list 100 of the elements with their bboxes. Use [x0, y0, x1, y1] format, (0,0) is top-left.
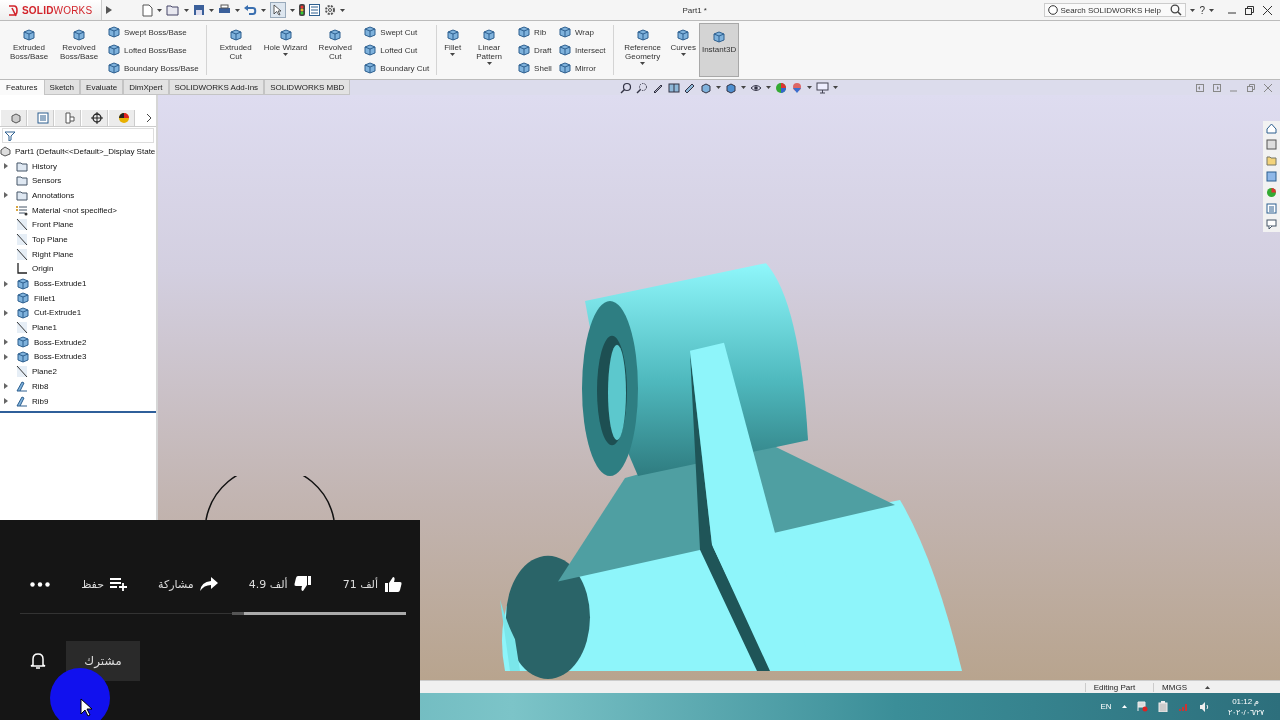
caret-icon[interactable]	[261, 8, 266, 12]
language-indicator[interactable]: EN	[1100, 702, 1112, 711]
tab[interactable]: SOLIDWORKS Add-Ins	[168, 80, 265, 95]
command-button[interactable]: Intersect	[557, 43, 606, 57]
caret-icon[interactable]	[283, 53, 288, 56]
command-button[interactable]: Revolved Cut	[310, 21, 361, 79]
command-button[interactable]: Fillet	[441, 21, 465, 79]
caret-up-icon[interactable]	[1205, 685, 1210, 689]
clock-time[interactable]: 01:12 م	[1232, 695, 1260, 707]
expand-arrow-icon[interactable]	[4, 280, 8, 287]
battery-icon[interactable]	[1157, 701, 1168, 712]
properties-icon[interactable]	[1266, 203, 1277, 214]
more-icon[interactable]	[30, 581, 50, 587]
caret-icon[interactable]	[290, 8, 295, 12]
units-selector[interactable]: MMGS	[1153, 682, 1195, 692]
tree-item[interactable]: Boss-Extrude1	[34, 279, 87, 289]
tree-item[interactable]: Right Plane	[32, 249, 74, 259]
caret-icon[interactable]	[486, 62, 492, 65]
tree-item[interactable]: Origin	[32, 264, 54, 274]
filter-field[interactable]	[2, 128, 154, 143]
caret-icon[interactable]	[640, 62, 646, 65]
caret-up-icon[interactable]	[1121, 705, 1127, 708]
chat-icon[interactable]	[1266, 219, 1277, 230]
save-icon[interactable]	[193, 4, 205, 16]
command-button[interactable]: Extruded Boss/Base	[4, 21, 54, 79]
tab[interactable]: SOLIDWORKS MBD	[264, 80, 351, 95]
command-button[interactable]: Extruded Cut	[210, 21, 261, 79]
settings-icon[interactable]	[324, 4, 336, 16]
caret-icon[interactable]	[807, 86, 813, 89]
dimxpert-manager-tab[interactable]	[82, 109, 108, 126]
command-button[interactable]: Boundary Cut	[363, 61, 430, 75]
new-document-icon[interactable]	[142, 3, 153, 17]
search-icon[interactable]	[1170, 4, 1183, 16]
graphics-viewport[interactable]	[158, 95, 1280, 680]
command-button[interactable]: Linear Pattern	[464, 21, 515, 79]
caret-icon[interactable]	[235, 8, 240, 12]
help-search-field[interactable]: Search SOLIDWORKS Help	[1060, 5, 1169, 15]
command-button[interactable]: Rib	[517, 25, 552, 39]
bell-icon[interactable]	[30, 652, 46, 670]
command-button[interactable]: Swept Cut	[363, 25, 430, 39]
expand-arrow-icon[interactable]	[4, 309, 8, 316]
tab[interactable]: Evaluate	[80, 80, 124, 95]
save-button[interactable]: حفظ	[81, 577, 127, 591]
like-button[interactable]: 71 ألف	[342, 576, 402, 592]
share-button[interactable]: مشاركة	[158, 577, 218, 591]
tree-item[interactable]: Annotations	[32, 190, 75, 200]
property-manager-tab[interactable]	[28, 109, 54, 126]
caret-icon[interactable]	[716, 86, 722, 89]
expand-arrow-icon[interactable]	[4, 383, 8, 390]
section-view-icon[interactable]	[668, 81, 681, 94]
caret-icon[interactable]	[157, 8, 162, 12]
help-search-box[interactable]: Search SOLIDWORKS Help	[1044, 3, 1187, 17]
open-folder-icon[interactable]	[166, 4, 180, 16]
feature-manager-tab[interactable]	[1, 109, 27, 126]
zoom-area-icon[interactable]	[636, 81, 649, 94]
tree-item[interactable]: Boss-Extrude3	[34, 352, 87, 362]
command-button[interactable]: Hole Wizard	[260, 21, 311, 79]
command-button[interactable]: Curves	[667, 21, 699, 79]
undo-icon[interactable]	[244, 4, 257, 16]
monitor-icon[interactable]	[816, 81, 830, 94]
tree-item[interactable]: Top Plane	[32, 234, 68, 244]
tree-item[interactable]: Sensors	[32, 176, 62, 186]
tile-right-icon[interactable]	[1213, 83, 1221, 92]
command-button[interactable]: Mirror	[557, 61, 606, 75]
command-button[interactable]: Reference Geometry	[617, 21, 668, 79]
tree-item[interactable]: Front Plane	[32, 220, 74, 230]
zoom-to-fit-icon[interactable]	[620, 81, 633, 94]
command-button[interactable]: Boundary Boss/Base	[107, 61, 199, 75]
tab[interactable]: Sketch	[43, 80, 81, 95]
view-palette-icon[interactable]	[1266, 171, 1277, 182]
tab[interactable]: DimXpert	[123, 80, 169, 95]
tree-item[interactable]: Rib9	[32, 396, 49, 406]
tree-item[interactable]: Boss-Extrude2	[34, 337, 87, 347]
caret-icon[interactable]	[1209, 8, 1214, 12]
caret-icon[interactable]	[450, 53, 456, 56]
appearance-ball-icon[interactable]	[1266, 187, 1277, 198]
select-button[interactable]	[270, 2, 286, 18]
tree-item[interactable]: Fillet1	[34, 293, 56, 303]
caret-icon[interactable]	[833, 86, 839, 89]
command-button[interactable]: Lofted Cut	[363, 43, 430, 57]
expand-arrow-icon[interactable]	[4, 398, 8, 405]
part-model-drawing[interactable]	[500, 263, 962, 679]
caret-icon[interactable]	[741, 86, 747, 89]
configuration-manager-tab[interactable]	[55, 109, 81, 126]
caret-icon[interactable]	[209, 8, 214, 12]
restore-icon[interactable]	[1245, 5, 1254, 15]
home-icon[interactable]	[1266, 123, 1277, 134]
traffic-light-icon[interactable]	[299, 4, 305, 16]
help-menu[interactable]: ?	[1199, 4, 1205, 16]
tree-item[interactable]: Material <not specified>	[32, 205, 117, 215]
caret-icon[interactable]	[766, 86, 772, 89]
speaker-icon[interactable]	[1198, 701, 1210, 712]
caret-icon[interactable]	[680, 53, 686, 56]
caret-icon[interactable]	[1190, 8, 1196, 12]
close-icon[interactable]	[1263, 5, 1272, 15]
tree-item[interactable]: Plane2	[32, 367, 57, 377]
print-icon[interactable]	[218, 4, 231, 16]
caret-icon[interactable]	[184, 8, 189, 12]
command-button[interactable]: Lofted Boss/Base	[107, 43, 199, 57]
list-icon[interactable]	[309, 4, 320, 16]
